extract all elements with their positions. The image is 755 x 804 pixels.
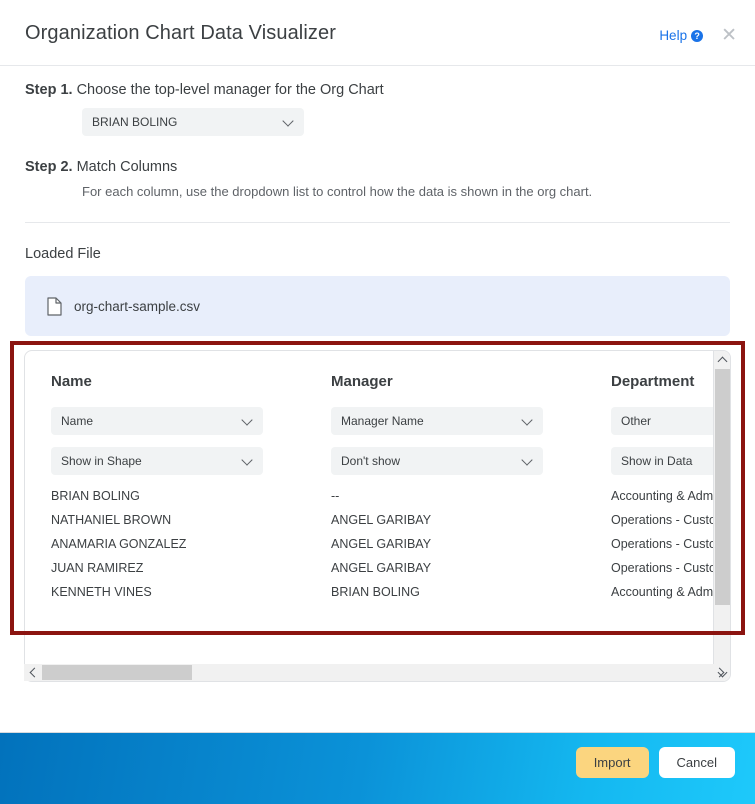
table-cell: NATHANIEL BROWN [51, 513, 171, 527]
help-question-icon: ? [691, 30, 703, 42]
table-cell: ANGEL GARIBAY [331, 561, 431, 575]
loaded-file-label: Loaded File [25, 246, 101, 262]
cancel-button[interactable]: Cancel [659, 747, 735, 778]
table-cell: Operations - Customer Support [611, 537, 715, 551]
dialog-root: Organization Chart Data Visualizer Help … [0, 0, 755, 804]
table-cell: JUAN RAMIREZ [51, 561, 143, 575]
page-title: Organization Chart Data Visualizer [25, 22, 336, 45]
step2-heading: Step 2. Match Columns [25, 159, 177, 175]
display-select-department[interactable]: Show in Data [611, 447, 715, 475]
vertical-scrollbar-thumb[interactable] [715, 369, 730, 605]
dialog-header: Organization Chart Data Visualizer Help … [0, 0, 755, 66]
table-cell: BRIAN BOLING [331, 585, 420, 599]
help-label: Help [659, 28, 687, 43]
field-select-name[interactable]: Name [51, 407, 263, 435]
scroll-up-icon[interactable] [714, 351, 730, 368]
loaded-file-name: org-chart-sample.csv [74, 299, 200, 314]
table-cell: Operations - Customer Support [611, 513, 715, 527]
scroll-right-icon[interactable] [713, 664, 730, 681]
display-select-manager[interactable]: Don't show [331, 447, 543, 475]
field-select-manager[interactable]: Manager Name [331, 407, 543, 435]
table-cell: Accounting & Administration [611, 489, 715, 503]
column-mapping-panel: Name Name Show in Shape BRIAN BOLING NAT… [24, 350, 731, 682]
loaded-file-box[interactable]: org-chart-sample.csv [25, 276, 730, 336]
header-actions: Help ? ✕ [659, 26, 737, 45]
step2-text: Match Columns [77, 159, 178, 175]
display-select-name[interactable]: Show in Shape [51, 447, 263, 475]
field-select-department[interactable]: Other [611, 407, 715, 435]
file-icon [47, 297, 62, 316]
table-cell: ANGEL GARIBAY [331, 537, 431, 551]
scroll-left-icon[interactable] [24, 664, 41, 681]
table-cell: ANAMARIA GONZALEZ [51, 537, 186, 551]
step1-text: Choose the top-level manager for the Org… [77, 82, 384, 98]
section-divider [25, 222, 730, 223]
vertical-scrollbar[interactable] [713, 351, 730, 682]
help-link[interactable]: Help ? [659, 28, 703, 43]
step1-label: Step 1. [25, 82, 73, 98]
top-level-manager-select[interactable]: BRIAN BOLING [82, 108, 304, 136]
table-cell: KENNETH VINES [51, 585, 152, 599]
step2-description: For each column, use the dropdown list t… [82, 184, 592, 199]
table-cell: -- [331, 489, 339, 503]
step2-label: Step 2. [25, 159, 73, 175]
table-cell: BRIAN BOLING [51, 489, 140, 503]
column-header-department: Department [611, 373, 694, 390]
column-header-manager: Manager [331, 373, 393, 390]
horizontal-scrollbar-thumb[interactable] [42, 665, 192, 680]
dialog-footer: Import Cancel [0, 732, 755, 804]
table-cell: ANGEL GARIBAY [331, 513, 431, 527]
column-header-name: Name [51, 373, 92, 390]
horizontal-scrollbar[interactable] [24, 664, 714, 681]
import-button[interactable]: Import [576, 747, 649, 778]
step1-heading: Step 1. Choose the top-level manager for… [25, 82, 384, 98]
table-cell: Operations - Customer Support [611, 561, 715, 575]
table-cell: Accounting & Administration [611, 585, 715, 599]
footer-actions: Import Cancel [576, 747, 735, 778]
close-icon[interactable]: ✕ [721, 26, 737, 45]
column-mapping-scroll-area: Name Name Show in Shape BRIAN BOLING NAT… [25, 351, 715, 651]
